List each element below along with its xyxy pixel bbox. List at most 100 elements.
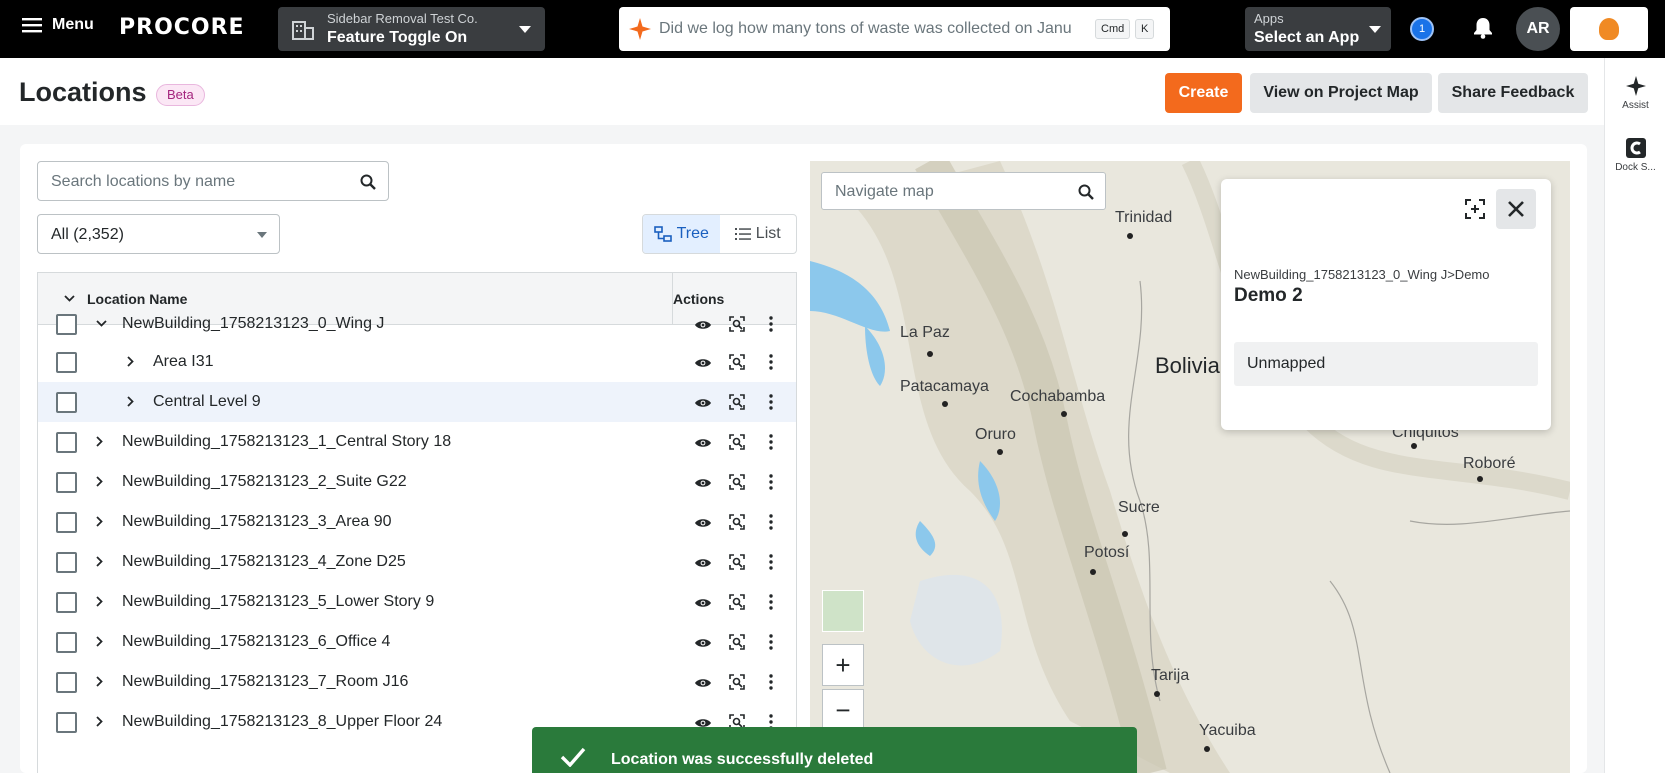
- location-filter-select[interactable]: All (2,352): [37, 214, 280, 254]
- apps-selector[interactable]: Apps Select an App: [1245, 7, 1391, 51]
- location-name[interactable]: NewBuilding_1758213123_5_Lower Story 9: [122, 593, 434, 611]
- more-options-icon[interactable]: [769, 554, 773, 570]
- view-eye-icon[interactable]: [695, 558, 711, 568]
- view-eye-icon[interactable]: [695, 358, 711, 368]
- view-on-project-map-button[interactable]: View on Project Map: [1250, 73, 1432, 113]
- company-logo[interactable]: [1570, 7, 1648, 51]
- notification-count-badge[interactable]: 1: [1410, 17, 1434, 41]
- location-name[interactable]: Central Level 9: [153, 393, 261, 411]
- row-checkbox[interactable]: [56, 392, 77, 413]
- table-row[interactable]: NewBuilding_1758213123_1_Central Story 1…: [38, 422, 796, 462]
- zoom-out-button[interactable]: −: [822, 689, 864, 731]
- row-checkbox[interactable]: [56, 712, 77, 733]
- menu-button[interactable]: Menu: [22, 16, 94, 34]
- view-eye-icon[interactable]: [695, 678, 711, 688]
- location-name[interactable]: NewBuilding_1758213123_1_Central Story 1…: [122, 433, 451, 451]
- table-row[interactable]: Area I31: [38, 342, 796, 382]
- locate-on-map-icon[interactable]: [729, 674, 745, 690]
- more-options-icon[interactable]: [769, 674, 773, 690]
- locate-on-map-icon[interactable]: [729, 514, 745, 530]
- view-eye-icon[interactable]: [695, 398, 711, 408]
- bell-icon[interactable]: [1473, 17, 1493, 39]
- location-name[interactable]: NewBuilding_1758213123_6_Office 4: [122, 633, 390, 651]
- table-row[interactable]: Central Level 9: [38, 382, 796, 422]
- location-name[interactable]: NewBuilding_1758213123_7_Room J16: [122, 673, 408, 691]
- locate-on-map-icon[interactable]: [729, 594, 745, 610]
- chevron-right-icon[interactable]: [96, 676, 103, 687]
- row-checkbox[interactable]: [56, 552, 77, 573]
- map-search-input[interactable]: Navigate map: [821, 172, 1106, 210]
- chevron-right-icon[interactable]: [96, 596, 103, 607]
- chevron-right-icon[interactable]: [127, 396, 134, 407]
- table-row[interactable]: NewBuilding_1758213123_7_Room J16: [38, 662, 796, 702]
- table-row[interactable]: NewBuilding_1758213123_3_Area 90: [38, 502, 796, 542]
- locate-on-map-icon[interactable]: [729, 354, 745, 370]
- view-eye-icon[interactable]: [695, 478, 711, 488]
- locate-on-map-icon[interactable]: [729, 394, 745, 410]
- row-checkbox[interactable]: [56, 352, 77, 373]
- share-feedback-button[interactable]: Share Feedback: [1438, 73, 1588, 113]
- more-options-icon[interactable]: [769, 474, 773, 490]
- view-eye-icon[interactable]: [695, 320, 711, 330]
- chevron-right-icon[interactable]: [96, 636, 103, 647]
- table-row[interactable]: NewBuilding_1758213123_2_Suite G22: [38, 462, 796, 502]
- more-options-icon[interactable]: [769, 634, 773, 650]
- view-eye-icon[interactable]: [695, 638, 711, 648]
- locate-on-map-icon[interactable]: [729, 554, 745, 570]
- more-options-icon[interactable]: [769, 434, 773, 450]
- assist-button[interactable]: Assist: [1605, 76, 1665, 111]
- location-name[interactable]: NewBuilding_1758213123_0_Wing J: [122, 315, 384, 333]
- list-view-button[interactable]: List: [720, 215, 797, 253]
- project-selector[interactable]: Sidebar Removal Test Co. Feature Toggle …: [278, 7, 545, 51]
- chevron-right-icon[interactable]: [96, 476, 103, 487]
- global-search[interactable]: Did we log how many tons of waste was co…: [619, 7, 1170, 51]
- tree-view-button[interactable]: Tree: [643, 215, 720, 253]
- layer-thumbnail[interactable]: [822, 590, 864, 632]
- more-options-icon[interactable]: [769, 316, 773, 332]
- row-checkbox[interactable]: [56, 672, 77, 693]
- locate-on-map-icon[interactable]: [729, 316, 745, 332]
- chevron-right-icon[interactable]: [96, 516, 103, 527]
- locate-on-map-icon[interactable]: [729, 434, 745, 450]
- table-row[interactable]: NewBuilding_1758213123_4_Zone D25: [38, 542, 796, 582]
- view-eye-icon[interactable]: [695, 438, 711, 448]
- popup-location-title: Demo 2: [1234, 285, 1303, 306]
- zoom-in-button[interactable]: +: [822, 644, 864, 686]
- location-search-input[interactable]: Search locations by name: [37, 161, 389, 201]
- dock-button[interactable]: Dock S...: [1605, 138, 1665, 173]
- close-button[interactable]: [1496, 189, 1536, 229]
- fit-to-view-icon[interactable]: [1465, 199, 1485, 219]
- create-button[interactable]: Create: [1165, 73, 1242, 113]
- procore-logo[interactable]: PROCORE: [119, 15, 245, 40]
- locate-on-map-icon[interactable]: [729, 474, 745, 490]
- more-options-icon[interactable]: [769, 514, 773, 530]
- row-checkbox[interactable]: [56, 314, 77, 335]
- user-avatar[interactable]: AR: [1516, 7, 1560, 51]
- location-name[interactable]: Area I31: [153, 353, 213, 371]
- location-name[interactable]: NewBuilding_1758213123_3_Area 90: [122, 513, 392, 531]
- more-options-icon[interactable]: [769, 354, 773, 370]
- location-name[interactable]: NewBuilding_1758213123_8_Upper Floor 24: [122, 713, 442, 731]
- chevron-right-icon[interactable]: [96, 556, 103, 567]
- location-name[interactable]: NewBuilding_1758213123_2_Suite G22: [122, 473, 407, 491]
- row-checkbox[interactable]: [56, 592, 77, 613]
- location-name[interactable]: NewBuilding_1758213123_4_Zone D25: [122, 553, 406, 571]
- chevron-right-icon[interactable]: [96, 436, 103, 447]
- view-eye-icon[interactable]: [695, 598, 711, 608]
- row-checkbox[interactable]: [56, 632, 77, 653]
- chevron-right-icon[interactable]: [127, 356, 134, 367]
- table-row[interactable]: NewBuilding_1758213123_6_Office 4: [38, 622, 796, 662]
- chevron-down-icon[interactable]: [96, 320, 107, 327]
- table-row[interactable]: NewBuilding_1758213123_5_Lower Story 9: [38, 582, 796, 622]
- collapse-all-icon[interactable]: [64, 295, 75, 302]
- row-checkbox[interactable]: [56, 472, 77, 493]
- locate-on-map-icon[interactable]: [729, 634, 745, 650]
- chevron-right-icon[interactable]: [96, 716, 103, 727]
- view-eye-icon[interactable]: [695, 518, 711, 528]
- row-checkbox[interactable]: [56, 432, 77, 453]
- table-row[interactable]: NewBuilding_1758213123_0_Wing J: [38, 304, 796, 344]
- dock-app-icon: [1625, 138, 1646, 158]
- row-checkbox[interactable]: [56, 512, 77, 533]
- more-options-icon[interactable]: [769, 594, 773, 610]
- more-options-icon[interactable]: [769, 394, 773, 410]
